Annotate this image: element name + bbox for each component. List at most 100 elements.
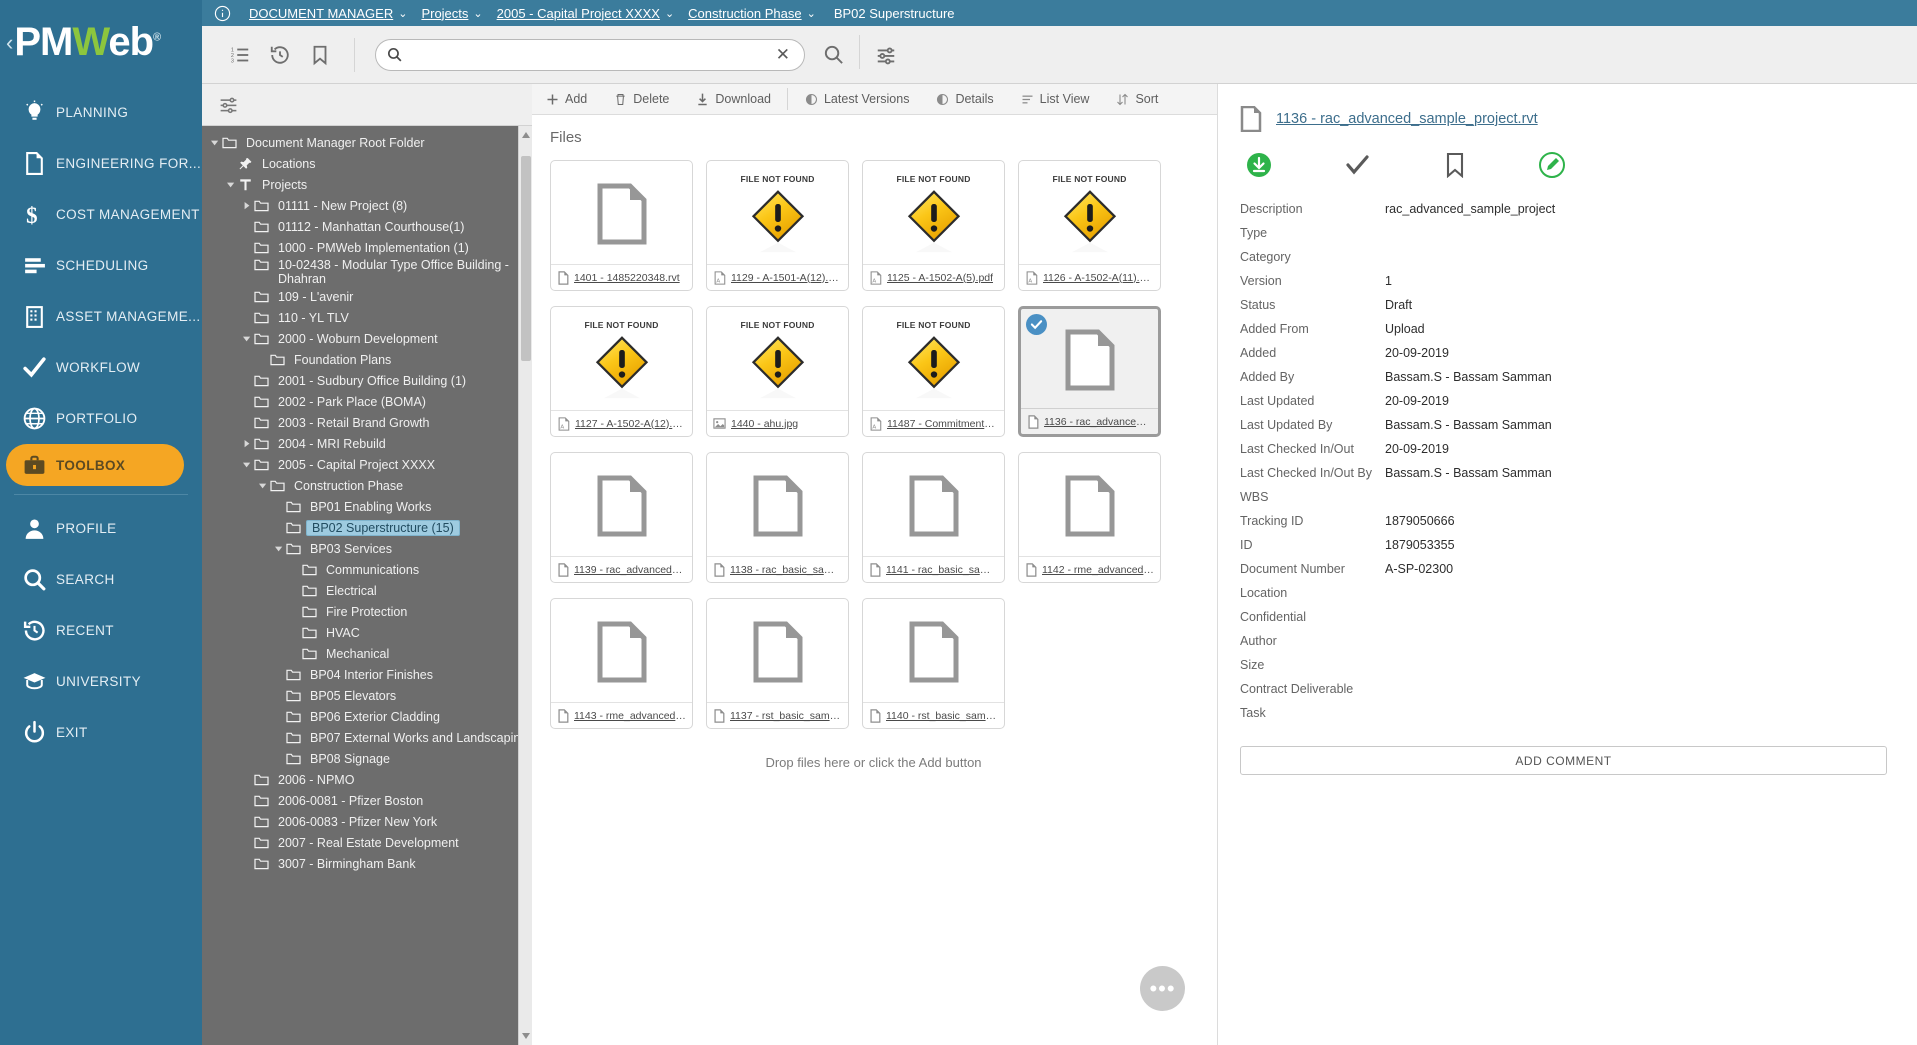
file-tile[interactable]: 1138 - rac_basic_samp... xyxy=(706,452,849,583)
nav-item-engineering-for[interactable]: ENGINEERING FOR... xyxy=(0,138,202,189)
tree-node[interactable]: 109 - L'avenir xyxy=(202,286,532,307)
file-name-link[interactable]: 1141 - rac_basic_sampl... xyxy=(886,564,998,576)
filter-sliders-icon[interactable] xyxy=(866,35,906,75)
nav-item-cost-management[interactable]: $ COST MANAGEMENT xyxy=(0,189,202,240)
tree-node[interactable]: 2002 - Park Place (BOMA) xyxy=(202,391,532,412)
file-name-link[interactable]: 1125 - A-1502-A(5).pdf xyxy=(887,272,993,284)
tree-scrollbar-thumb[interactable] xyxy=(521,156,531,361)
nav-item-asset-manageme[interactable]: ASSET MANAGEME... xyxy=(0,291,202,342)
tree-node[interactable]: Construction Phase xyxy=(202,475,532,496)
tree-node[interactable]: 2007 - Real Estate Development xyxy=(202,832,532,853)
tree-node[interactable]: 2004 - MRI Rebuild xyxy=(202,433,532,454)
tree-expand-arrow[interactable] xyxy=(208,139,222,147)
nav-item-profile[interactable]: PROFILE xyxy=(0,503,202,554)
file-name-link[interactable]: 1142 - rme_advanced_... xyxy=(1042,564,1154,576)
file-tile[interactable]: FILE NOT FOUND A 1129 - A-1501-A(12).pdf xyxy=(706,160,849,291)
search-input[interactable] xyxy=(411,47,772,62)
add-comment-button[interactable]: ADD COMMENT xyxy=(1240,746,1887,775)
tree-node[interactable]: 2005 - Capital Project XXXX xyxy=(202,454,532,475)
chevron-down-icon[interactable]: ⌄ xyxy=(398,7,407,20)
file-name-link[interactable]: 1143 - rme_advanced_... xyxy=(574,710,686,722)
breadcrumb-item-2[interactable]: 2005 - Capital Project XXXX xyxy=(497,6,660,21)
tree-node[interactable]: Communications xyxy=(202,559,532,580)
sort-toggle[interactable]: Sort xyxy=(1102,84,1171,115)
chevron-down-icon[interactable]: ⌄ xyxy=(473,7,482,20)
file-tile[interactable]: 1142 - rme_advanced_... xyxy=(1018,452,1161,583)
tree-expand-arrow[interactable] xyxy=(240,461,254,469)
tree-node[interactable]: Projects xyxy=(202,174,532,195)
breadcrumb-item-1[interactable]: Projects xyxy=(421,6,468,21)
search-box[interactable]: ✕ xyxy=(375,38,805,71)
tree-node[interactable]: 2006-0081 - Pfizer Boston xyxy=(202,790,532,811)
file-name-link[interactable]: 1129 - A-1501-A(12).pdf xyxy=(731,272,842,284)
file-tile[interactable]: FILE NOT FOUND A 1127 - A-1502-A(12).pdf xyxy=(550,306,693,437)
clear-search-icon[interactable]: ✕ xyxy=(772,45,794,65)
info-icon[interactable] xyxy=(214,5,231,22)
tree-node[interactable]: 01112 - Manhattan Courthouse(1) xyxy=(202,216,532,237)
tree-node[interactable]: 01111 - New Project (8) xyxy=(202,195,532,216)
brand-logo[interactable]: ‹ PMWeb® xyxy=(0,0,202,85)
file-tile[interactable]: FILE NOT FOUND 1440 - ahu.jpg xyxy=(706,306,849,437)
file-name-link[interactable]: 1139 - rac_advanced_s... xyxy=(574,564,686,576)
breadcrumb-item-3[interactable]: Construction Phase xyxy=(688,6,801,21)
tree-node[interactable]: Foundation Plans xyxy=(202,349,532,370)
file-tile[interactable]: 1139 - rac_advanced_s... xyxy=(550,452,693,583)
tree-expand-arrow[interactable] xyxy=(240,335,254,343)
nav-item-toolbox[interactable]: TOOLBOX xyxy=(6,444,184,486)
check-icon[interactable] xyxy=(1344,152,1371,178)
file-name-link[interactable]: 1126 - A-1502-A(11).pdf xyxy=(1043,272,1154,284)
tree-node[interactable]: BP05 Elevators xyxy=(202,685,532,706)
tree-expand-arrow[interactable] xyxy=(240,201,254,210)
collapse-sidebar-icon[interactable]: ‹ xyxy=(6,30,13,56)
file-name-link[interactable]: 1138 - rac_basic_samp... xyxy=(730,564,842,576)
nav-item-portfolio[interactable]: PORTFOLIO xyxy=(0,393,202,444)
file-name-link[interactable]: 1137 - rst_basic_samp... xyxy=(730,710,842,722)
file-tile[interactable]: 1140 - rst_basic_sampl... xyxy=(862,598,1005,729)
nav-item-scheduling[interactable]: SCHEDULING xyxy=(0,240,202,291)
filter-sliders-icon[interactable] xyxy=(218,94,239,115)
tree-node[interactable]: BP04 Interior Finishes xyxy=(202,664,532,685)
edit-circle-icon[interactable] xyxy=(1539,152,1565,178)
file-tile[interactable]: FILE NOT FOUND A 11487 - Commitment_L... xyxy=(862,306,1005,437)
tree-expand-arrow[interactable] xyxy=(240,439,254,448)
details-toggle[interactable]: Details xyxy=(922,84,1006,115)
file-name-link[interactable]: 1401 - 1485220348.rvt xyxy=(574,272,680,284)
nav-item-planning[interactable]: PLANNING xyxy=(0,87,202,138)
tree-node[interactable]: 2003 - Retail Brand Growth xyxy=(202,412,532,433)
tree-node[interactable]: Document Manager Root Folder xyxy=(202,132,532,153)
tree-node[interactable]: BP08 Signage xyxy=(202,748,532,769)
tree-expand-arrow[interactable] xyxy=(224,181,238,189)
tree-node[interactable]: HVAC xyxy=(202,622,532,643)
file-name-link[interactable]: 1127 - A-1502-A(12).pdf xyxy=(575,418,686,430)
tree-node[interactable]: 2001 - Sudbury Office Building (1) xyxy=(202,370,532,391)
tree-node[interactable]: BP03 Services xyxy=(202,538,532,559)
details-title[interactable]: 1136 - rac_advanced_sample_project.rvt xyxy=(1276,111,1538,127)
scroll-up-icon[interactable] xyxy=(522,132,530,138)
tree-node[interactable]: Electrical xyxy=(202,580,532,601)
bookmark-icon[interactable] xyxy=(300,35,340,75)
file-tile[interactable]: 1143 - rme_advanced_... xyxy=(550,598,693,729)
file-tile[interactable]: FILE NOT FOUND A 1125 - A-1502-A(5).pdf xyxy=(862,160,1005,291)
delete-button[interactable]: Delete xyxy=(600,84,682,115)
file-tile[interactable]: 1136 - rac_advanced_s... xyxy=(1018,306,1161,437)
list-view-toggle[interactable]: List View xyxy=(1007,84,1103,115)
tree-node[interactable]: 110 - YL TLV xyxy=(202,307,532,328)
file-name-link[interactable]: 1140 - rst_basic_sampl... xyxy=(886,710,998,722)
numbered-list-icon[interactable]: 1 2 3 xyxy=(220,35,260,75)
scroll-down-icon[interactable] xyxy=(522,1033,530,1039)
nav-item-university[interactable]: UNIVERSITY xyxy=(0,656,202,707)
tree-node[interactable]: 3007 - Birmingham Bank xyxy=(202,853,532,874)
file-name-link[interactable]: 11487 - Commitment_L... xyxy=(887,418,998,430)
tree-node[interactable]: Mechanical xyxy=(202,643,532,664)
tree-node[interactable]: 2000 - Woburn Development xyxy=(202,328,532,349)
tree-node[interactable]: 2006 - NPMO xyxy=(202,769,532,790)
nav-item-exit[interactable]: EXIT xyxy=(0,707,202,758)
bookmark-icon[interactable] xyxy=(1443,152,1467,178)
tree-node[interactable]: 10-02438 - Modular Type Office Building … xyxy=(202,258,532,286)
tree-node[interactable]: Fire Protection xyxy=(202,601,532,622)
file-name-link[interactable]: 1440 - ahu.jpg xyxy=(731,418,798,430)
latest-versions-toggle[interactable]: Latest Versions xyxy=(791,84,922,115)
breadcrumb-item-0[interactable]: DOCUMENT MANAGER xyxy=(249,6,393,21)
file-tile[interactable]: 1401 - 1485220348.rvt xyxy=(550,160,693,291)
tree-node[interactable]: BP07 External Works and Landscaping xyxy=(202,727,532,748)
